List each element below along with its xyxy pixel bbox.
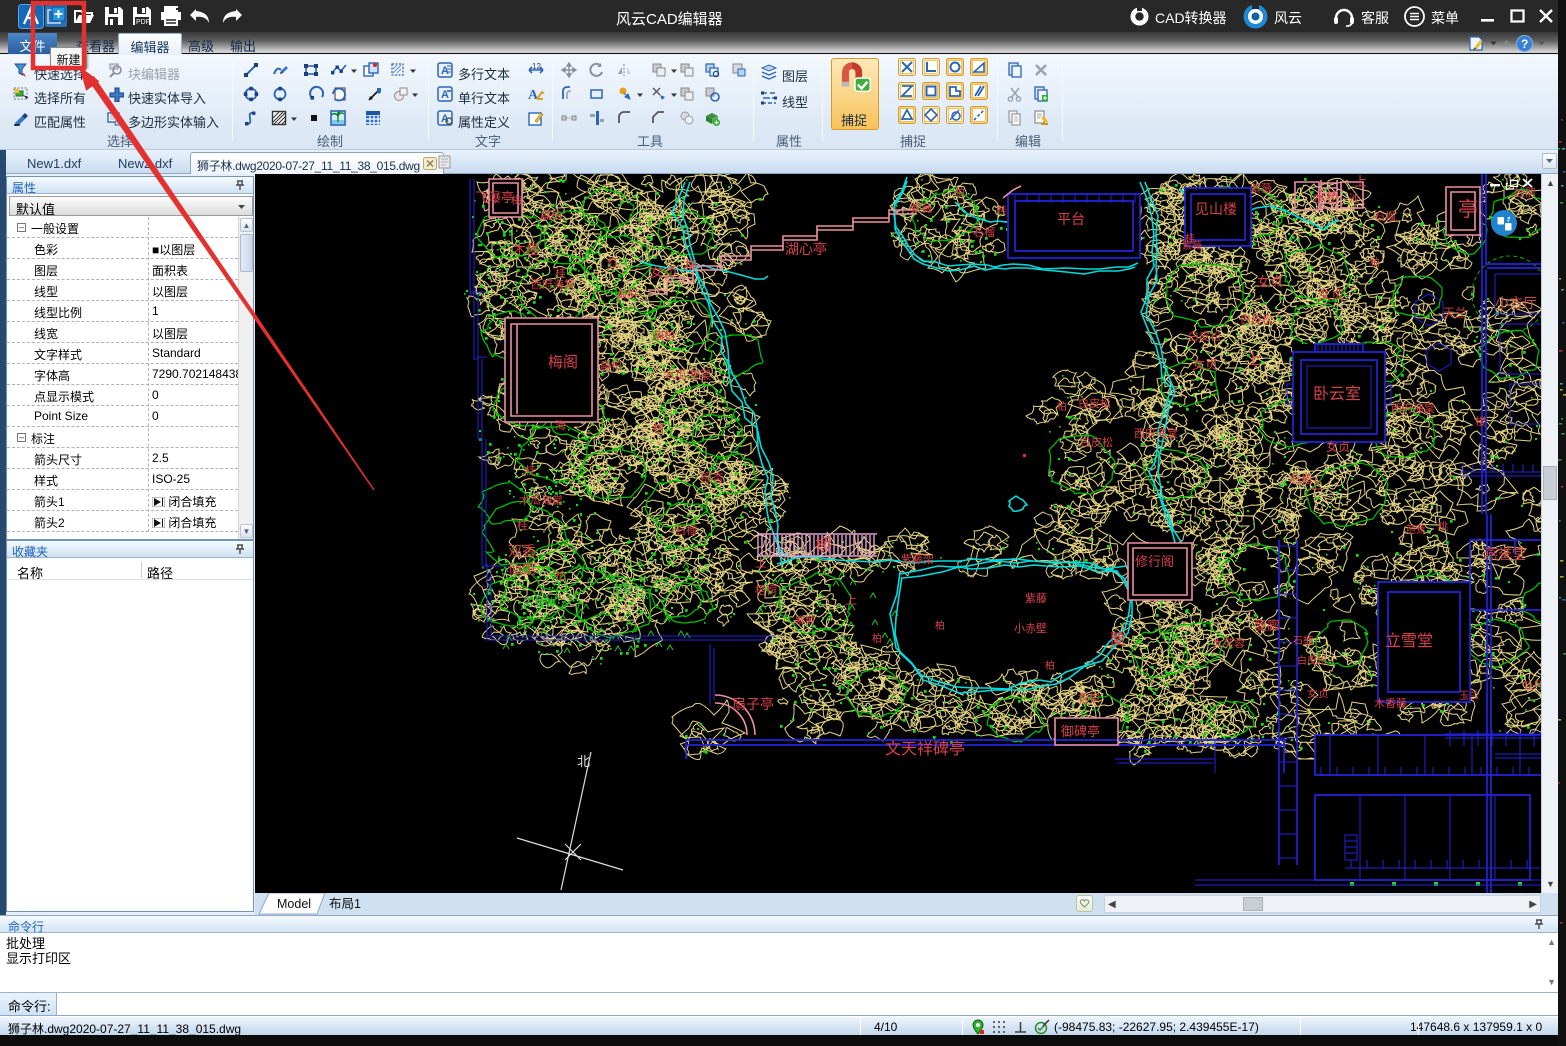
svg-text:女贞: 女贞 [1326,439,1350,454]
svg-text:池: 池 [1349,192,1359,205]
svg-text:天兰: 天兰 [1443,306,1467,320]
svg-text:白皮松: 白皮松 [1297,654,1327,667]
svg-text:木瓜海棠: 木瓜海棠 [663,367,711,382]
svg-text:上: 上 [755,556,767,570]
svg-text:亭: 亭 [1458,198,1478,221]
svg-text:女贞: 女贞 [1307,686,1329,700]
svg-text:西府海棠: 西府海棠 [531,277,575,291]
svg-text:西府海棠: 西府海棠 [1391,401,1435,415]
svg-text:银杏: 银杏 [700,471,724,485]
svg-text:复廊: 复廊 [1254,618,1280,633]
svg-text:红: 红 [607,255,619,270]
svg-text:白皮松: 白皮松 [1080,435,1113,449]
svg-text:御碑亭: 御碑亭 [1061,724,1100,739]
svg-text:石榴: 石榴 [675,523,697,537]
svg-text:见山楼: 见山楼 [1195,201,1237,217]
svg-text:労星竹: 労星竹 [612,582,645,596]
svg-text:柏: 柏 [1045,659,1055,672]
svg-text:柏: 柏 [935,619,945,632]
svg-text:紫藤: 紫藤 [1025,592,1047,605]
svg-text:柏: 柏 [555,568,566,582]
svg-text:布局1: 布局1 [329,897,361,911]
svg-text:大芙蓉: 大芙蓉 [1212,636,1245,650]
svg-text:燕誉堂: 燕誉堂 [1484,546,1526,562]
svg-text:小赤壁: 小赤壁 [1014,621,1047,635]
svg-text:桂: 桂 [525,463,536,477]
svg-text:紫藤架: 紫藤架 [901,553,934,566]
svg-text:桥: 桥 [815,536,832,555]
svg-text:紫薇: 紫薇 [1250,182,1272,195]
svg-text:上: 上 [845,593,857,607]
svg-text:桂: 桂 [1185,232,1195,245]
svg-text:女贞: 女贞 [1318,287,1344,302]
svg-text:桂: 桂 [555,266,566,280]
svg-text:蘭: 蘭 [1110,631,1125,648]
svg-text:PDF: PDF [136,19,150,26]
svg-text:小方厅: 小方厅 [1495,295,1537,311]
svg-text:扁柏: 扁柏 [540,208,562,222]
svg-text:扇子亭: 扇子亭 [732,696,774,712]
svg-text:女贞: 女贞 [1192,357,1218,372]
svg-text:白皮松: 白皮松 [1188,329,1221,343]
svg-text:梧桐: 梧桐 [1078,691,1100,705]
svg-text:A: A [528,88,539,103]
svg-text:紫薇: 紫薇 [910,202,932,215]
svg-text:桃: 桃 [1438,520,1448,533]
svg-text:玉兰: 玉兰 [1459,689,1479,702]
svg-text:柏: 柏 [1370,256,1380,269]
svg-text:湖心亭: 湖心亭 [785,241,827,257]
svg-text:Model: Model [277,897,311,911]
svg-text:柳: 柳 [685,258,697,272]
svg-text:上: 上 [1309,476,1323,492]
svg-text:卧云室: 卧云室 [1313,385,1361,403]
svg-text:柏: 柏 [955,186,965,199]
svg-text:白皮松: 白皮松 [1078,396,1111,410]
svg-text:飞瀑亭: 飞瀑亭 [475,190,514,205]
svg-text:扁柏: 扁柏 [600,358,622,372]
svg-text:?: ? [1521,37,1528,51]
svg-text:桂: 桂 [997,204,1007,217]
svg-text:双香: 双香 [508,543,536,559]
svg-text:柏: 柏 [872,632,882,645]
svg-text:紫荆: 紫荆 [795,614,815,627]
svg-text:仙馆: 仙馆 [508,561,536,577]
svg-text:白皮松: 白皮松 [1240,312,1273,326]
svg-text:楼: 楼 [1475,414,1486,428]
svg-text:木槿: 木槿 [513,242,539,257]
svg-text:上: 上 [1246,351,1261,368]
svg-text:文天祥碑亭: 文天祥碑亭 [885,740,965,758]
svg-text:梅阁: 梅阁 [548,354,578,371]
svg-text:石榴: 石榴 [1293,634,1313,647]
svg-text:木香藤: 木香藤 [1374,697,1407,710]
svg-text:扁柏: 扁柏 [653,328,675,342]
svg-text:扁柏: 扁柏 [617,288,637,301]
svg-text:柏: 柏 [653,421,664,435]
svg-text:石榴: 石榴 [1374,209,1396,223]
svg-text:上: 上 [1354,174,1367,189]
svg-text:水桥: 水桥 [1313,190,1339,205]
svg-text:芭蕉: 芭蕉 [1406,523,1426,536]
svg-text:修行阁: 修行阁 [1135,554,1174,569]
svg-text:女贞: 女贞 [1257,274,1283,289]
svg-text:立雪堂: 立雪堂 [1385,632,1433,650]
svg-text:梧桐: 梧桐 [755,583,777,597]
svg-text:木瓜海棠: 木瓜海棠 [519,493,563,507]
svg-text:西府海棠: 西府海棠 [1134,426,1178,440]
svg-text:柏: 柏 [1057,400,1067,413]
svg-text:A: A [441,65,449,77]
svg-text:労星竹: 労星竹 [523,595,556,609]
svg-text:石榴: 石榴 [973,225,995,239]
svg-text:梅: 梅 [511,193,522,207]
svg-text:北: 北 [577,754,590,769]
svg-text:海: 海 [555,418,566,432]
svg-text:平台: 平台 [1057,211,1085,227]
svg-text:牡丹: 牡丹 [1523,679,1541,692]
svg-text:女贞: 女贞 [650,264,678,280]
svg-text:桂: 桂 [517,518,528,532]
svg-text:12: 12 [532,62,541,71]
